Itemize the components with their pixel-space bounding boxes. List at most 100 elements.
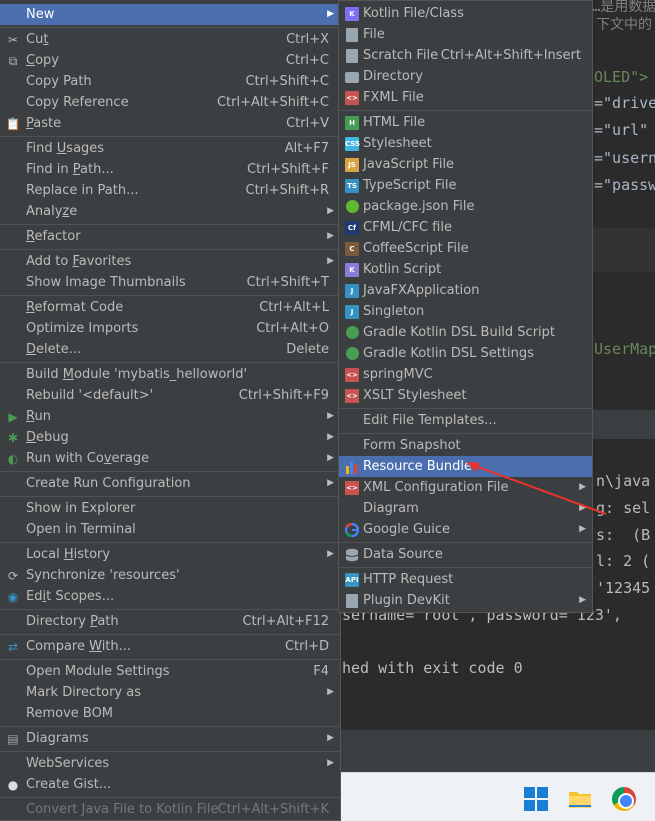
menu-separator (0, 27, 340, 28)
new-item-javafxapplication[interactable]: J JavaFXApplication (339, 280, 592, 301)
submenu-arrow-icon: ▶ (327, 478, 334, 488)
new-item-fxml-file[interactable]: <> FXML File (339, 87, 592, 108)
copy-icon: ⧉ (8, 53, 18, 68)
menu-item-cut[interactable]: ✂ Cut Ctrl+X (0, 29, 340, 50)
new-item-edit-file-templates[interactable]: Edit File Templates... (339, 410, 592, 431)
new-item-form-snapshot[interactable]: Form Snapshot (339, 435, 592, 456)
menu-item-build-module-mybatis-helloworld[interactable]: Build Module 'mybatis_helloworld' (0, 364, 340, 385)
new-submenu: K Kotlin File/Class File Scratch File Ctrl+A… (338, 0, 593, 613)
new-item-package-json-file[interactable]: package.json File (339, 196, 592, 217)
menu-item-rebuild-default[interactable]: Rebuild '<default>' Ctrl+Shift+F9 (0, 385, 340, 406)
menu-item-open-module-settings[interactable]: Open Module Settings F4 (0, 661, 340, 682)
new-item-kotlin-file-class[interactable]: K Kotlin File/Class (339, 3, 592, 24)
singleton-icon: J (344, 304, 360, 319)
new-item-xslt-stylesheet[interactable]: <> XSLT Stylesheet (339, 385, 592, 406)
menu-item-copy-reference[interactable]: Copy Reference Ctrl+Alt+Shift+C (0, 92, 340, 113)
new-item-google-guice[interactable]: Google Guice ▶ (339, 519, 592, 540)
new-item-scratch-file[interactable]: Scratch File Ctrl+Alt+Shift+Insert (339, 45, 592, 66)
new-item-gradle-kotlin-dsl-settings[interactable]: Gradle Kotlin DSL Settings (339, 343, 592, 364)
submenu-arrow-icon: ▶ (579, 595, 586, 605)
menu-item-label: HTML File (363, 115, 426, 130)
new-item-javascript-file[interactable]: JS JavaScript File (339, 154, 592, 175)
menu-item-shortcut: F4 (313, 664, 329, 679)
menu-item-webservices[interactable]: WebServices ▶ (0, 753, 340, 774)
menu-item-debug[interactable]: ✱ Debug ▶ (0, 427, 340, 448)
editor-xml-line-5: ="passw (594, 176, 655, 194)
menu-item-label: JavaScript File (363, 157, 455, 172)
menu-item-paste[interactable]: 📋 Paste Ctrl+V (0, 113, 340, 134)
xslt-stylesheet-icon: <> (344, 388, 360, 403)
new-item-stylesheet[interactable]: CSS Stylesheet (339, 133, 592, 154)
menu-item-label: CoffeeScript File (363, 241, 469, 256)
menu-item-label: Compare With... (26, 639, 132, 654)
editor-xml-line-2: ="drive (594, 94, 655, 112)
menu-item-show-in-explorer[interactable]: Show in Explorer (0, 498, 340, 519)
menu-item-label: Open in Terminal (26, 522, 136, 537)
menu-item-local-history[interactable]: Local History ▶ (0, 544, 340, 565)
menu-item-run-with-coverage[interactable]: ◐ Run with Coverage ▶ (0, 448, 340, 469)
menu-item-delete[interactable]: Delete... Delete (0, 339, 340, 360)
menu-item-replace-in-path[interactable]: Replace in Path... Ctrl+Shift+R (0, 180, 340, 201)
menu-item-label: Mark Directory as (26, 685, 141, 700)
chrome-icon[interactable] (612, 787, 636, 811)
menu-item-new[interactable]: New ▶ (0, 4, 340, 25)
menu-item-label: CFML/CFC file (363, 220, 452, 235)
typescript-file-icon: TS (344, 178, 360, 193)
menu-item-shortcut: Ctrl+Shift+C (245, 74, 329, 89)
menu-item-find-usages[interactable]: Find Usages Alt+F7 (0, 138, 340, 159)
menu-item-shortcut: Ctrl+Shift+T (246, 275, 329, 290)
menu-item-create-gist[interactable]: ● Create Gist... (0, 774, 340, 795)
new-item-gradle-kotlin-dsl-build-script[interactable]: Gradle Kotlin DSL Build Script (339, 322, 592, 343)
new-item-kotlin-script[interactable]: K Kotlin Script (339, 259, 592, 280)
new-item-html-file[interactable]: H HTML File (339, 112, 592, 133)
menu-item-open-in-terminal[interactable]: Open in Terminal (0, 519, 340, 540)
menu-separator (339, 567, 592, 568)
submenu-arrow-icon: ▶ (327, 206, 334, 216)
html-file-icon: H (344, 115, 360, 130)
new-item-resource-bundle[interactable]: Resource Bundle (339, 456, 592, 477)
menu-item-add-to-favorites[interactable]: Add to Favorites ▶ (0, 251, 340, 272)
menu-item-reformat-code[interactable]: Reformat Code Ctrl+Alt+L (0, 297, 340, 318)
menu-item-directory-path[interactable]: Directory Path Ctrl+Alt+F12 (0, 611, 340, 632)
new-item-file[interactable]: File (339, 24, 592, 45)
new-item-singleton[interactable]: J Singleton (339, 301, 592, 322)
new-item-xml-configuration-file[interactable]: <> XML Configuration File ▶ (339, 477, 592, 498)
menu-item-analyze[interactable]: Analyze ▶ (0, 201, 340, 222)
menu-item-copy[interactable]: ⧉ Copy Ctrl+C (0, 50, 340, 71)
menu-item-create-run-configuration[interactable]: Create Run Configuration ▶ (0, 473, 340, 494)
menu-item-diagrams[interactable]: ▤ Diagrams ▶ (0, 728, 340, 749)
windows-taskbar (340, 772, 655, 821)
new-item-data-source[interactable]: Data Source (339, 544, 592, 565)
menu-item-label: Gradle Kotlin DSL Settings (363, 346, 534, 361)
menu-item-synchronize-resources[interactable]: ⟳ Synchronize 'resources' (0, 565, 340, 586)
menu-item-shortcut: Ctrl+C (285, 53, 329, 68)
menu-item-find-in-path[interactable]: Find in Path... Ctrl+Shift+F (0, 159, 340, 180)
windows-start-icon[interactable] (524, 787, 548, 811)
menu-item-copy-path[interactable]: Copy Path Ctrl+Shift+C (0, 71, 340, 92)
menu-item-run[interactable]: ▶ Run ▶ (0, 406, 340, 427)
new-item-diagram[interactable]: Diagram ▶ (339, 498, 592, 519)
run-output-line-2: g: sel (596, 499, 651, 517)
new-item-directory[interactable]: Directory (339, 66, 592, 87)
editor-mapper-line: UserMap (594, 340, 655, 358)
menu-item-refactor[interactable]: Refactor ▶ (0, 226, 340, 247)
menu-item-optimize-imports[interactable]: Optimize Imports Ctrl+Alt+O (0, 318, 340, 339)
menu-item-label: Refactor (26, 229, 81, 244)
menu-item-compare-with[interactable]: ⇄ Compare With... Ctrl+D (0, 636, 340, 657)
menu-item-edit-scopes[interactable]: ◉ Edit Scopes... (0, 586, 340, 607)
menu-separator (0, 249, 340, 250)
menu-separator (0, 609, 340, 610)
new-item-http-request[interactable]: API HTTP Request (339, 569, 592, 590)
google-guice-icon (344, 522, 360, 537)
new-item-plugin-devkit[interactable]: Plugin DevKit ▶ (339, 590, 592, 611)
menu-item-mark-directory-as[interactable]: Mark Directory as ▶ (0, 682, 340, 703)
new-item-coffeescript-file[interactable]: C CoffeeScript File (339, 238, 592, 259)
new-item-springmvc[interactable]: <> springMVC (339, 364, 592, 385)
new-item-typescript-file[interactable]: TS TypeScript File (339, 175, 592, 196)
menu-item-remove-bom[interactable]: Remove BOM (0, 703, 340, 724)
menu-item-label: Copy Path (26, 74, 92, 89)
menu-item-label: Analyze (26, 204, 78, 219)
file-explorer-icon[interactable] (568, 787, 592, 811)
menu-item-show-image-thumbnails[interactable]: Show Image Thumbnails Ctrl+Shift+T (0, 272, 340, 293)
new-item-cfml-cfc-file[interactable]: Cf CFML/CFC file (339, 217, 592, 238)
